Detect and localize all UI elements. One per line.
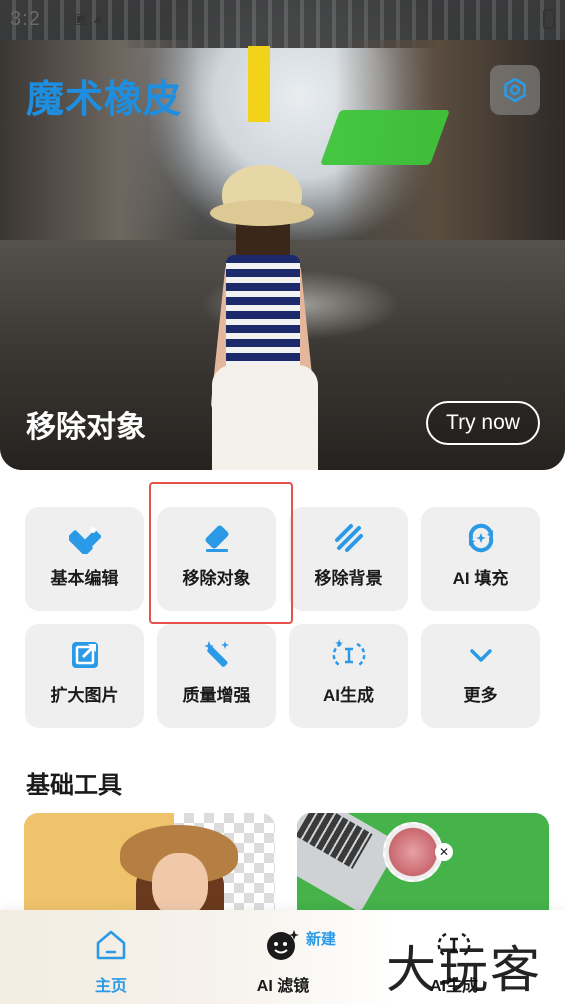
nav-item-ai-filter[interactable]: AI 滤镜 — [223, 910, 343, 1004]
girl-hat-brim — [210, 200, 314, 226]
tool-basic-edit[interactable]: 基本编辑 — [25, 507, 144, 611]
battery-icon — [543, 9, 555, 29]
tool-label: 移除背景 — [314, 569, 383, 588]
nav-label: 主页 — [94, 978, 127, 995]
card-cup — [383, 822, 443, 882]
ai-filter-icon — [267, 930, 299, 960]
hero-feature-label: 移除对象 — [26, 411, 146, 444]
edit-pencil-icon — [68, 527, 101, 554]
status-time: 3:2 — [10, 8, 41, 30]
app-title: 魔术橡皮 — [26, 79, 183, 121]
ai-fill-icon — [468, 523, 493, 553]
tool-expand-image[interactable]: 扩大图片 — [25, 624, 144, 728]
watermark: 大玩客 — [386, 941, 542, 999]
hero-green-awning — [319, 110, 451, 165]
expand-image-icon — [71, 642, 98, 668]
tool-label: 扩大图片 — [50, 686, 119, 705]
nav-label: AI 滤镜 — [256, 978, 310, 995]
ai-generate-icon — [332, 639, 365, 668]
settings-button[interactable] — [490, 65, 540, 115]
card-remove-background[interactable] — [24, 813, 275, 923]
remove-background-icon — [334, 524, 363, 552]
card-remove-object[interactable]: ✕ — [297, 813, 549, 923]
tool-more[interactable]: 更多 — [421, 624, 540, 728]
highlight-box — [149, 482, 293, 624]
section-title: 基础工具 — [26, 772, 122, 799]
tool-ai-fill[interactable]: AI 填充 — [421, 507, 540, 611]
hero-yellow-sign — [248, 46, 270, 122]
tool-remove-background[interactable]: 移除背景 — [289, 507, 408, 611]
girl-striped-top — [226, 255, 300, 370]
tool-label: 质量增强 — [182, 686, 251, 705]
chevron-down-icon — [469, 649, 492, 662]
try-now-button[interactable]: Try now — [426, 401, 540, 445]
girl-skirt — [212, 365, 318, 470]
card-woman-face — [152, 853, 208, 917]
status-icons: ▣ ▲ — [74, 10, 105, 26]
home-icon — [96, 930, 126, 960]
tool-ai-generate[interactable]: AI生成 — [289, 624, 408, 728]
nav-item-home[interactable]: 主页 — [51, 910, 171, 1004]
magic-wand-icon — [203, 641, 229, 667]
tool-quality-enhance[interactable]: 质量增强 — [157, 624, 276, 728]
tool-label: AI生成 — [323, 686, 374, 705]
tool-label: 基本编辑 — [50, 569, 119, 588]
tool-label: AI 填充 — [452, 569, 509, 588]
gear-icon — [504, 77, 526, 103]
tool-label: 更多 — [463, 686, 498, 705]
new-badge: 新建 — [306, 931, 337, 948]
close-icon: ✕ — [435, 843, 453, 861]
